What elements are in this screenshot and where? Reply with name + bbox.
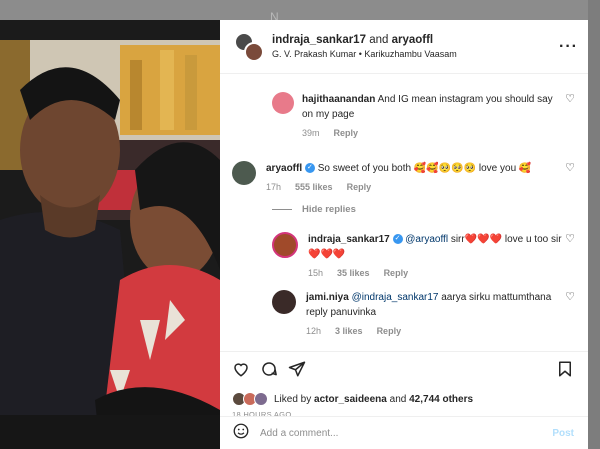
likes-summary: Liked by actor_saideena and 42,744 other…: [232, 392, 574, 406]
backdrop-edge: [588, 0, 600, 449]
comment-meta: 12h 3 likes Reply: [306, 324, 562, 339]
verified-icon: ✓: [392, 234, 403, 245]
action-icons: [232, 360, 574, 382]
post-button[interactable]: Post: [552, 428, 574, 439]
header-location[interactable]: G. V. Prakash Kumar • Karikuzhambu Vaasa…: [272, 49, 559, 59]
comment-body: jami.niya @indraja_sankar17 aarya sirku …: [306, 290, 562, 339]
comment-text: So sweet of you both 🥰🥰🥺🥺🥺 love you 🥰: [317, 163, 532, 174]
comment-meta: 15h 35 likes Reply: [308, 266, 562, 281]
comment-body: hajithaanandan And IG mean instagram you…: [302, 92, 562, 141]
emoji-icon[interactable]: [232, 422, 250, 445]
comment-body: indraja_sankar17 ✓ @aryaoffl sirr❤️❤️❤️ …: [308, 232, 562, 281]
comment-meta: 39m Reply: [302, 126, 562, 141]
add-comment-bar: Post: [220, 416, 588, 449]
comment-reply-button[interactable]: Reply: [347, 180, 372, 195]
avatar[interactable]: [232, 161, 256, 185]
comment-mention[interactable]: @aryaoffl: [405, 234, 448, 245]
heart-icon[interactable]: ♡: [562, 290, 578, 339]
header-user2[interactable]: aryaoffl: [392, 34, 434, 46]
avatar[interactable]: [272, 92, 294, 114]
heart-icon[interactable]: ♡: [562, 232, 578, 281]
comment-meta: 17h 555 likes Reply: [266, 180, 562, 195]
comment-input[interactable]: [260, 427, 553, 439]
comment-username[interactable]: aryaoffl: [266, 163, 302, 174]
likes-count[interactable]: 42,744 others: [409, 394, 473, 405]
comment-item: indraja_sankar17 ✓ @aryaoffl sirr❤️❤️❤️ …: [220, 232, 588, 281]
comment-username[interactable]: jami.niya: [306, 292, 349, 303]
comment-item: jami.niya @indraja_sankar17 aarya sirku …: [220, 290, 588, 339]
comment-body: aryaoffl ✓ So sweet of you both 🥰🥰🥺🥺🥺 lo…: [266, 161, 562, 195]
heart-icon[interactable]: [232, 360, 250, 383]
comment-mention[interactable]: @indraja_sankar17: [352, 292, 439, 303]
header-and: and: [369, 34, 389, 46]
liker-avatars: [232, 392, 270, 406]
comment-time[interactable]: 17h: [266, 180, 281, 195]
post-panel: indraja_sankar17 and aryaoffl G. V. Prak…: [220, 20, 588, 449]
avatar: [254, 392, 268, 406]
comment-reply-button[interactable]: Reply: [334, 126, 359, 141]
comment-likes[interactable]: 555 likes: [295, 180, 333, 195]
comment-likes[interactable]: 3 likes: [335, 324, 363, 339]
divider: [272, 209, 292, 210]
header-text: indraja_sankar17 and aryaoffl G. V. Prak…: [272, 34, 559, 59]
likes-prefix: Liked by: [274, 393, 312, 405]
bookmark-icon[interactable]: [556, 360, 574, 383]
hide-replies-button[interactable]: Hide replies: [272, 204, 356, 215]
verified-icon: ✓: [304, 163, 315, 174]
post-photo[interactable]: [0, 20, 220, 449]
comment-time[interactable]: 15h: [308, 266, 323, 281]
hide-replies-label: Hide replies: [302, 204, 356, 215]
avatar: [244, 41, 264, 62]
avatar[interactable]: [272, 232, 298, 258]
comment-icon[interactable]: [260, 360, 278, 383]
comment-reply-button[interactable]: Reply: [384, 266, 409, 281]
comment-item: hajithaanandan And IG mean instagram you…: [220, 92, 588, 141]
comment-username[interactable]: indraja_sankar17: [308, 234, 390, 245]
likes-user[interactable]: actor_saideena: [314, 394, 387, 405]
comments-list: hajithaanandan And IG mean instagram you…: [220, 74, 588, 351]
likes-and: and: [389, 393, 407, 405]
comment-time[interactable]: 12h: [306, 324, 321, 339]
heart-icon[interactable]: ♡: [562, 161, 578, 195]
photo-illustration: [0, 20, 220, 449]
avatar[interactable]: [272, 290, 296, 314]
header-avatars[interactable]: [234, 31, 264, 62]
post-modal: indraja_sankar17 and aryaoffl G. V. Prak…: [0, 20, 588, 449]
share-icon[interactable]: [288, 360, 306, 383]
comment-likes[interactable]: 35 likes: [337, 266, 370, 281]
comment-username[interactable]: hajithaanandan: [302, 94, 375, 105]
post-actions: Liked by actor_saideena and 42,744 other…: [220, 351, 588, 419]
comment-time[interactable]: 39m: [302, 126, 320, 141]
comment-reply-button[interactable]: Reply: [377, 324, 402, 339]
header-user1[interactable]: indraja_sankar17: [272, 34, 366, 46]
header-names: indraja_sankar17 and aryaoffl: [272, 34, 559, 46]
more-horizontal-icon[interactable]: ···: [559, 38, 578, 56]
post-header: indraja_sankar17 and aryaoffl G. V. Prak…: [220, 20, 588, 74]
heart-icon[interactable]: ♡: [562, 92, 578, 141]
comment-item: aryaoffl ✓ So sweet of you both 🥰🥰🥺🥺🥺 lo…: [220, 161, 588, 195]
